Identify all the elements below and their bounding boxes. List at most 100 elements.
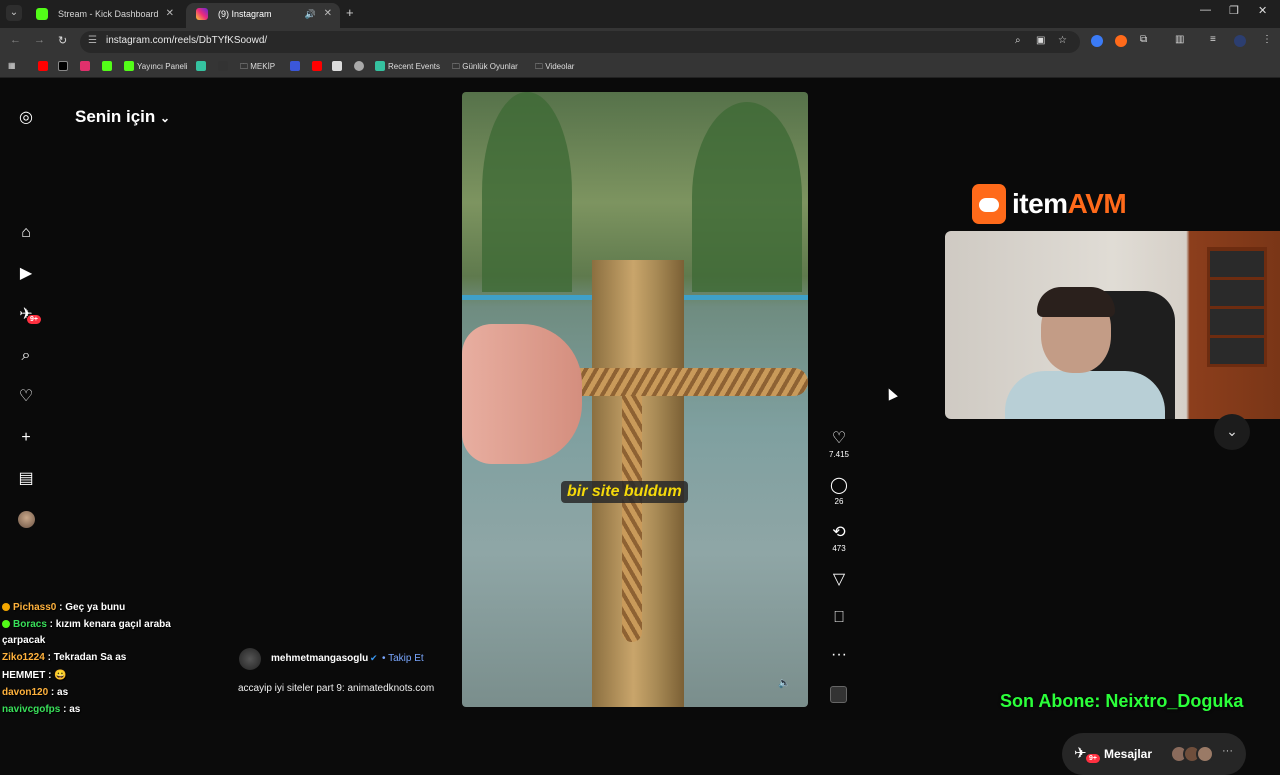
star-icon[interactable]: ☆ (1058, 35, 1067, 46)
url-text[interactable]: instagram.com/reels/DbTYfKSoowd/ (106, 35, 267, 46)
bookmark-app[interactable] (332, 61, 345, 71)
bookmark-app[interactable] (196, 61, 209, 71)
bookmarks-bar: ▦ Yayıncı Paneli 🗀 MEKİP Recent Events 🗀… (0, 56, 1280, 78)
comment-button[interactable]: ◯ 26 (826, 477, 852, 506)
apps-grid-icon[interactable]: ▦ (8, 61, 16, 70)
kick-favicon-icon (36, 8, 48, 20)
more-icon: ··· (1222, 745, 1233, 757)
send-icon: ✈ (1074, 745, 1087, 762)
bookmark-youtube[interactable] (312, 61, 325, 71)
speaker-icon[interactable]: 🔊 (305, 3, 316, 25)
tab-instagram[interactable]: (9) Instagram 🔊 ✕ (186, 3, 340, 28)
close-icon[interactable]: ✕ (166, 3, 174, 25)
reels-icon[interactable]: ▶ (16, 264, 36, 284)
address-bar[interactable]: ☰ instagram.com/reels/DbTYfKSoowd/ ⌕ ▣ ☆ (80, 31, 1080, 53)
bookmark-app[interactable] (290, 61, 303, 71)
author-avatar[interactable] (239, 648, 261, 670)
back-icon[interactable]: ← (10, 34, 21, 46)
webcam-person-hair (1037, 287, 1115, 317)
minimize-icon[interactable]: — (1200, 4, 1211, 16)
cast-icon[interactable]: ▣ (1036, 35, 1045, 46)
repost-icon: ⟲ (832, 524, 846, 541)
close-icon[interactable]: ✕ (324, 3, 332, 25)
browser-tabstrip: ⌄ Stream - Kick Dashboard ✕ (9) Instagra… (0, 0, 1280, 28)
extension-icon[interactable] (1091, 35, 1103, 47)
repost-count: 473 (832, 544, 846, 553)
bookmark-folder-mekip[interactable]: 🗀 MEKİP (240, 61, 275, 75)
messages-button[interactable]: ✈ 9+ Mesajlar ··· (1062, 733, 1246, 775)
webcam-door (1207, 247, 1267, 367)
bookmark-instagram[interactable] (80, 61, 93, 71)
share-button[interactable]: ▽ (826, 571, 852, 589)
follow-button[interactable]: • Takip Et (382, 653, 424, 664)
bookmark-recent-events[interactable]: Recent Events (375, 61, 440, 71)
reload-icon[interactable]: ↻ (58, 34, 67, 47)
browser-toolbar: ← → ↻ ☰ instagram.com/reels/DbTYfKSoowd/… (0, 28, 1280, 56)
like-button[interactable]: ♡ 7.415 (826, 430, 852, 459)
chat-message: HEMMET : 😀 (2, 670, 67, 681)
dashboard-icon[interactable]: ▤ (16, 469, 36, 489)
bookmark-app[interactable] (354, 61, 367, 71)
bookmark-app[interactable] (218, 61, 231, 71)
tab-title: Stream - Kick Dashboard (58, 9, 159, 19)
verified-badge-icon: ✔ (370, 653, 378, 663)
video-hand (462, 324, 582, 464)
send-icon: ▽ (832, 571, 846, 588)
new-tab-button[interactable]: + (346, 5, 354, 20)
tab-search-button[interactable]: ⌄ (6, 5, 22, 21)
restore-icon[interactable]: ❐ (1229, 4, 1239, 17)
chevron-down-icon: ⌄ (160, 111, 171, 125)
video-foliage (482, 92, 572, 292)
repost-button[interactable]: ⟲ 473 (826, 524, 852, 553)
messages-badge: 9+ (1086, 754, 1100, 763)
badge-icon (2, 620, 10, 628)
tab-kick-dashboard[interactable]: Stream - Kick Dashboard ✕ (26, 3, 182, 28)
profile-avatar[interactable] (18, 511, 35, 528)
like-count: 7.415 (828, 450, 850, 459)
heart-icon[interactable]: ♡ (16, 387, 36, 407)
kebab-menu-icon[interactable]: ⋮ (1262, 34, 1272, 45)
create-icon[interactable]: + (16, 428, 36, 448)
bookmark-youtube[interactable] (38, 61, 51, 71)
sponsor-logo: itemAVM (972, 182, 1150, 228)
zoom-icon[interactable]: ⌕ (1015, 35, 1021, 46)
more-icon: ··· (831, 646, 847, 663)
latest-subscriber-banner: Son Abone: Neixtro_Doguka (1000, 691, 1244, 711)
reel-description[interactable]: accayip iyi siteler part 9: animatedknot… (238, 683, 434, 694)
bookmark-folder-videolar[interactable]: 🗀 Videolar (535, 61, 574, 75)
feed-selector[interactable]: Senin için ⌄ (75, 107, 170, 127)
profile-avatar[interactable] (1234, 35, 1246, 47)
save-button[interactable]: ⎕ (826, 609, 852, 627)
search-icon[interactable]: ⌕ (16, 346, 36, 366)
chat-message: Ziko1224 : Tekradan Sa as (2, 652, 127, 663)
chat-message: çarpacak (2, 635, 46, 646)
video-foliage (692, 102, 802, 292)
comment-count: 26 (834, 497, 844, 506)
close-window-icon[interactable]: ✕ (1258, 4, 1267, 17)
chevron-down-icon: ⌄ (1226, 423, 1238, 439)
messages-label: Mesajlar (1104, 747, 1153, 761)
comment-icon: ◯ (830, 477, 848, 494)
home-icon[interactable]: ⌂ (16, 223, 36, 243)
reel-video[interactable]: bir site buldum 🔈 (462, 92, 808, 707)
media-control-icon[interactable]: ≡ (1210, 34, 1216, 45)
site-info-icon[interactable]: ☰ (88, 35, 97, 46)
audio-thumbnail[interactable] (830, 686, 847, 703)
badge-icon (2, 603, 10, 611)
forward-icon[interactable]: → (34, 34, 45, 46)
shopping-bag-icon (972, 184, 1006, 224)
side-panel-icon[interactable]: ▥ (1175, 34, 1184, 45)
next-reel-button[interactable]: ⌄ (1214, 414, 1250, 450)
tab-title: (9) Instagram (218, 9, 272, 19)
bookmark-folder-gunluk-oyunlar[interactable]: 🗀 Günlük Oyunlar (452, 61, 518, 75)
author-name[interactable]: mehmetmangasoglu (271, 653, 368, 664)
bookmark-yayinci-paneli[interactable]: Yayıncı Paneli (124, 61, 188, 71)
bookmark-kick[interactable] (102, 61, 115, 71)
speaker-icon[interactable]: 🔈 (778, 678, 790, 689)
more-options-button[interactable]: ··· (826, 646, 852, 664)
extensions-puzzle-icon[interactable]: ⧉ (1140, 34, 1147, 45)
extension-icon[interactable] (1115, 35, 1127, 47)
avatar (1196, 745, 1214, 763)
bookmark-x[interactable] (58, 61, 71, 71)
instagram-logo-icon[interactable]: ◎ (16, 108, 36, 128)
